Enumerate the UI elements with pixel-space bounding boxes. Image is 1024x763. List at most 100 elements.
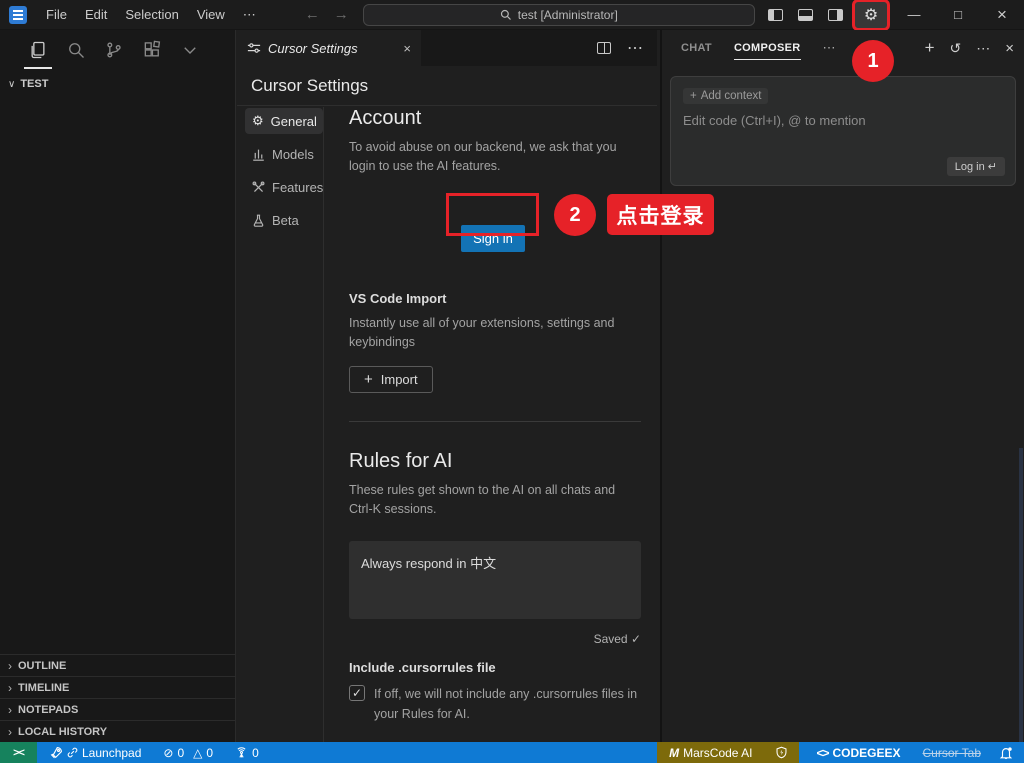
- panel-tabs-more-icon[interactable]: ⋯: [823, 40, 836, 56]
- marscode-item[interactable]: M MarsCode AI: [657, 742, 765, 763]
- gear-icon: ⚙: [863, 6, 879, 24]
- menu-selection[interactable]: Selection: [116, 3, 187, 26]
- explorer-root-header[interactable]: ∨ TEST: [0, 68, 235, 94]
- split-editor-icon[interactable]: [597, 42, 611, 54]
- sidebar-section-timeline[interactable]: › TIMELINE: [0, 676, 235, 698]
- nav-label: Models: [272, 146, 314, 162]
- settings-nav-beta[interactable]: Beta: [245, 207, 323, 233]
- rocket-icon: [50, 747, 62, 759]
- layout-sidebar-left-icon: [767, 8, 783, 21]
- chevron-right-icon: ›: [8, 702, 12, 717]
- sidebar-section-outline[interactable]: › OUTLINE: [0, 654, 235, 676]
- activity-more-chevron-icon[interactable]: [178, 38, 202, 62]
- add-context-label: Add context: [700, 90, 762, 102]
- editor-more-actions-icon[interactable]: ⋯: [627, 38, 643, 58]
- annotation-signin-outline: [446, 193, 539, 236]
- bar-chart-icon: [253, 149, 264, 161]
- menu-more-icon[interactable]: ⋯: [234, 3, 265, 27]
- settings-nav-models[interactable]: Models: [245, 141, 323, 167]
- link-icon: [67, 747, 78, 758]
- nav-back-icon[interactable]: ←: [305, 6, 320, 23]
- layout-panel-icon: [797, 8, 813, 21]
- rules-heading: Rules for AI: [349, 449, 453, 472]
- import-button[interactable]: + Import: [349, 365, 433, 393]
- toggle-panel-button[interactable]: [790, 2, 820, 28]
- marscode-icon: M: [669, 745, 680, 760]
- settings-gear-button[interactable]: ⚙: [852, 0, 890, 31]
- vscode-import-heading: VS Code Import: [349, 290, 447, 306]
- settings-nav-general[interactable]: ⚙ General: [245, 108, 323, 134]
- tab-chat[interactable]: CHAT: [681, 30, 712, 66]
- source-control-view-icon[interactable]: [102, 38, 126, 62]
- cursorrules-checkbox[interactable]: ✓: [349, 685, 365, 702]
- window-maximize-button[interactable]: □: [936, 0, 980, 29]
- marscode-shield-item[interactable]: [764, 742, 800, 763]
- menu-view[interactable]: View: [188, 3, 234, 26]
- import-label: Import: [380, 371, 418, 387]
- ai-pane: CHAT COMPOSER ⋯ + ↺ ⋯ × + Add context Ed…: [660, 30, 1024, 742]
- tab-cursor-settings[interactable]: Cursor Settings ×: [237, 30, 421, 66]
- toggle-primary-sidebar-button[interactable]: [760, 2, 790, 28]
- codegeex-item[interactable]: <> CODEGEEX: [809, 742, 907, 763]
- extensions-view-icon[interactable]: [140, 38, 164, 62]
- plus-icon: +: [364, 370, 373, 388]
- sidebar-section-local-history[interactable]: › LOCAL HISTORY: [0, 720, 235, 742]
- annotation-login-callout: 点击登录: [607, 194, 714, 235]
- ports-item[interactable]: 0: [228, 742, 266, 763]
- search-view-icon[interactable]: [64, 38, 88, 62]
- panel-more-icon[interactable]: ⋯: [976, 40, 990, 57]
- toggle-secondary-sidebar-button[interactable]: [820, 2, 850, 28]
- rules-textarea[interactable]: Always respond in 中文: [349, 541, 641, 620]
- composer-input-box[interactable]: + Add context Edit code (Ctrl+I), @ to m…: [670, 76, 1016, 186]
- menu-edit[interactable]: Edit: [76, 3, 116, 26]
- enter-icon: ↵: [987, 161, 997, 173]
- launchpad-label: Launchpad: [82, 745, 142, 760]
- annotation-step1-badge: 1: [852, 40, 894, 82]
- composer-login-button[interactable]: Log in ↵: [946, 157, 1005, 176]
- editor-toolbar: ⋯: [597, 30, 657, 66]
- composer-placeholder: Edit code (Ctrl+I), @ to mention: [683, 113, 866, 128]
- explorer-view-icon[interactable]: [24, 38, 52, 69]
- launchpad-item[interactable]: Launchpad: [43, 742, 148, 763]
- settings-nav-divider: [323, 107, 324, 742]
- cursor-tab-item[interactable]: Cursor Tab: [916, 742, 988, 763]
- problems-item[interactable]: ⊘ 0 △ 0: [156, 742, 220, 763]
- bell-icon: [999, 746, 1013, 759]
- notifications-item[interactable]: [992, 742, 1020, 763]
- section-label: TIMELINE: [18, 681, 70, 694]
- codegeex-icon: <>: [816, 745, 829, 760]
- beaker-icon: [253, 214, 264, 227]
- settings-nav: ⚙ General Models Features Beta: [245, 108, 323, 240]
- menu-file[interactable]: File: [37, 3, 76, 26]
- editor-group: Cursor Settings × ⋯ Cursor Settings ⚙ Ge…: [237, 30, 657, 753]
- nav-label: Beta: [272, 212, 299, 228]
- command-center-search[interactable]: test [Administrator]: [362, 3, 755, 26]
- cursor-tab-label: Cursor Tab: [922, 745, 981, 760]
- shield-icon: [776, 746, 787, 759]
- window-close-button[interactable]: ×: [980, 0, 1024, 29]
- remote-indicator[interactable]: ><: [0, 742, 37, 763]
- nav-label: General: [270, 113, 317, 129]
- history-icon[interactable]: ↺: [950, 40, 962, 57]
- tab-close-icon[interactable]: ×: [403, 41, 411, 56]
- search-value: test [Administrator]: [517, 7, 618, 22]
- panel-close-icon[interactable]: ×: [1005, 40, 1014, 57]
- vscode-import-description: Instantly use all of your extensions, se…: [349, 315, 615, 350]
- sidebar-section-notepads[interactable]: › NOTEPADS: [0, 698, 235, 720]
- section-divider: [349, 420, 641, 422]
- section-label: OUTLINE: [18, 659, 67, 672]
- window-minimize-button[interactable]: —: [892, 0, 936, 29]
- settings-nav-features[interactable]: Features: [245, 174, 323, 200]
- sliders-icon: [247, 43, 261, 53]
- nav-forward-icon[interactable]: →: [334, 6, 349, 23]
- tab-composer[interactable]: COMPOSER: [733, 30, 801, 66]
- layout-sidebar-right-icon: [827, 8, 843, 21]
- add-context-chip[interactable]: + Add context: [683, 88, 769, 104]
- panel-scrollbar[interactable]: [1019, 448, 1023, 742]
- ai-pane-header: CHAT COMPOSER ⋯ + ↺ ⋯ ×: [662, 30, 1024, 66]
- rules-description: These rules get shown to the AI on all c…: [349, 482, 616, 516]
- error-count: 0: [177, 745, 185, 760]
- new-chat-icon[interactable]: +: [925, 38, 935, 58]
- chevron-right-icon: ›: [8, 724, 12, 739]
- cursorrules-heading: Include .cursorrules file: [349, 660, 496, 676]
